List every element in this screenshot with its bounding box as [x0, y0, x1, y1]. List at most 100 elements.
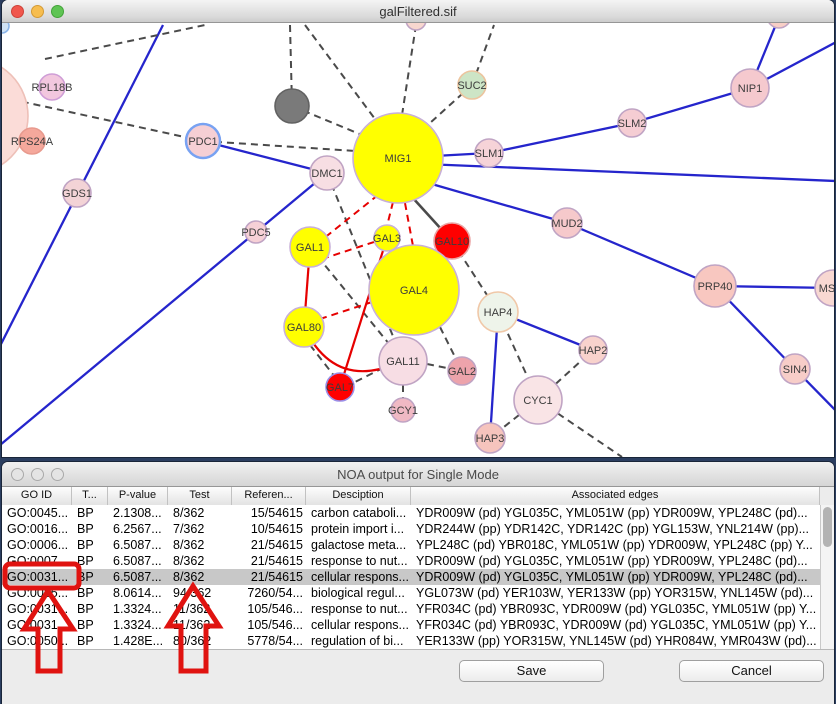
column-header-test[interactable]: Test: [168, 487, 232, 505]
cell-desc: response to nut...: [306, 553, 411, 569]
cell-ref: 21/54615: [232, 537, 306, 553]
table-row[interactable]: GO:0065...BP8.0614...94/3627260/54...bio…: [2, 585, 820, 601]
node-label-HAP2: HAP2: [579, 345, 608, 357]
table-row[interactable]: GO:0050...BP1.428E...80/3625778/54...reg…: [2, 633, 820, 649]
column-header-referen-[interactable]: Referen...: [232, 487, 306, 505]
node-label-GAL4: GAL4: [400, 285, 428, 297]
cell-ref: 21/54615: [232, 553, 306, 569]
node-label-SLM2: SLM2: [618, 118, 647, 130]
cell-go: GO:0007...: [2, 553, 72, 569]
node-label-GAL3: GAL3: [373, 233, 401, 245]
cell-ref: 7260/54...: [232, 585, 306, 601]
edge: [387, 202, 393, 226]
node-label-PRP40: PRP40: [698, 281, 733, 293]
cell-edges: YDR009W (pd) YGL035C, YML051W (pp) YDR00…: [411, 569, 820, 585]
cell-type: BP: [72, 553, 108, 569]
cell-ref: 5778/54...: [232, 633, 306, 649]
table-row[interactable]: GO:0045...BP2.1308...8/36215/54615carbon…: [2, 505, 820, 521]
cell-p: 2.1308...: [108, 505, 168, 521]
node-label-PDC1: PDC1: [188, 136, 217, 148]
node-unlabeled[interactable]: [275, 89, 309, 123]
cell-test: 11/362: [168, 617, 232, 633]
table-row[interactable]: GO:0031...BP6.5087...8/36221/54615cellul…: [2, 569, 820, 585]
noa-window-title: NOA output for Single Mode: [2, 467, 834, 482]
edge: [402, 25, 416, 115]
cell-test: 8/362: [168, 553, 232, 569]
node-unlabeled[interactable]: [2, 23, 9, 33]
table-row[interactable]: GO:0031...BP1.3324...11/362105/546...res…: [2, 601, 820, 617]
cell-edges: YDR009W (pd) YGL035C, YML051W (pp) YDR00…: [411, 505, 820, 521]
noa-window: NOA output for Single Mode GO IDT...P-va…: [2, 462, 834, 704]
cell-go: GO:0065...: [2, 585, 72, 601]
cell-desc: cellular respons...: [306, 569, 411, 585]
node-label-RPS24A: RPS24A: [11, 136, 54, 148]
node-unlabeled[interactable]: [406, 23, 426, 30]
column-header-p-value[interactable]: P-value: [108, 487, 168, 505]
cell-type: BP: [72, 633, 108, 649]
cell-edges: YER133W (pp) YOR315W, YNL145W (pd) YHR08…: [411, 633, 820, 649]
node-unlabeled[interactable]: [767, 23, 791, 28]
cell-go: GO:0031...: [2, 617, 72, 633]
node-unlabeled[interactable]: [2, 58, 28, 174]
edge: [2, 173, 327, 445]
cell-edges: YGL073W (pd) YER103W, YER133W (pp) YOR31…: [411, 585, 820, 601]
node-label-NIP1: NIP1: [738, 83, 762, 95]
cell-type: BP: [72, 617, 108, 633]
node-label-HAP4: HAP4: [484, 307, 513, 319]
button-bar: Save Cancel: [2, 649, 834, 704]
column-header-associated-edges[interactable]: Associated edges: [411, 487, 820, 505]
node-label-DMC1: DMC1: [311, 168, 342, 180]
cell-test: 8/362: [168, 505, 232, 521]
cell-type: BP: [72, 521, 108, 537]
node-label-GCY1: GCY1: [388, 405, 418, 417]
noa-window-titlebar[interactable]: NOA output for Single Mode: [2, 462, 834, 487]
edge: [567, 223, 715, 286]
node-label-GAL1: GAL1: [296, 242, 324, 254]
table-row[interactable]: GO:0006...BP6.5087...8/36221/54615galact…: [2, 537, 820, 553]
node-label-GAL2: GAL2: [448, 366, 476, 378]
network-window-titlebar[interactable]: galFiltered.sif: [2, 0, 834, 23]
cell-type: BP: [72, 601, 108, 617]
cell-go: GO:0045...: [2, 505, 72, 521]
table-row[interactable]: GO:0031...BP1.3324...11/362105/546...cel…: [2, 617, 820, 633]
save-button[interactable]: Save: [459, 660, 604, 682]
column-header-desciption[interactable]: Desciption: [306, 487, 411, 505]
cancel-button[interactable]: Cancel: [679, 660, 824, 682]
node-label-HAP3: HAP3: [476, 433, 505, 445]
cell-p: 1.3324...: [108, 617, 168, 633]
node-label-GAL10: GAL10: [435, 236, 469, 248]
node-label-GAL80: GAL80: [287, 322, 321, 334]
cell-go: GO:0031...: [2, 569, 72, 585]
column-header-go-id[interactable]: GO ID: [2, 487, 72, 505]
scrollbar-thumb[interactable]: [823, 507, 832, 547]
node-label-GAL11: GAL11: [386, 356, 419, 368]
cell-test: 8/362: [168, 569, 232, 585]
cell-go: GO:0050...: [2, 633, 72, 649]
cell-edges: YDR009W (pd) YGL035C, YML051W (pp) YDR00…: [411, 553, 820, 569]
node-label-PDC5: PDC5: [241, 227, 270, 239]
network-window: galFiltered.sif RPL18BRPS24AGDS1PDC1PDC5…: [2, 0, 834, 457]
node-label-GDS1: GDS1: [62, 188, 92, 200]
table-row[interactable]: GO:0007...BP6.5087...8/36221/54615respon…: [2, 553, 820, 569]
cell-desc: galactose meta...: [306, 537, 411, 553]
node-label-MIG1: MIG1: [385, 153, 412, 165]
node-label-MUD2: MUD2: [551, 218, 582, 230]
column-header-t-[interactable]: T...: [72, 487, 108, 505]
table-row[interactable]: GO:0016...BP6.2567...7/36210/54615protei…: [2, 521, 820, 537]
cell-ref: 15/54615: [232, 505, 306, 521]
node-label-SIN4: SIN4: [783, 364, 807, 376]
edge: [405, 203, 413, 246]
network-graph[interactable]: RPL18BRPS24AGDS1PDC1PDC5MIG1DMC1SUC2SLM1…: [2, 23, 834, 457]
cell-test: 7/362: [168, 521, 232, 537]
cell-go: GO:0031...: [2, 601, 72, 617]
network-canvas[interactable]: RPL18BRPS24AGDS1PDC1PDC5MIG1DMC1SUC2SLM1…: [2, 23, 834, 457]
node-label-SUC2: SUC2: [457, 80, 486, 92]
cell-desc: protein import i...: [306, 521, 411, 537]
cell-test: 94/362: [168, 585, 232, 601]
cell-type: BP: [72, 585, 108, 601]
table-header: GO IDT...P-valueTestReferen...Desciption…: [2, 487, 820, 506]
cell-ref: 105/546...: [232, 617, 306, 633]
cell-go: GO:0016...: [2, 521, 72, 537]
table-scrollbar[interactable]: [820, 505, 834, 650]
edge: [400, 163, 834, 181]
